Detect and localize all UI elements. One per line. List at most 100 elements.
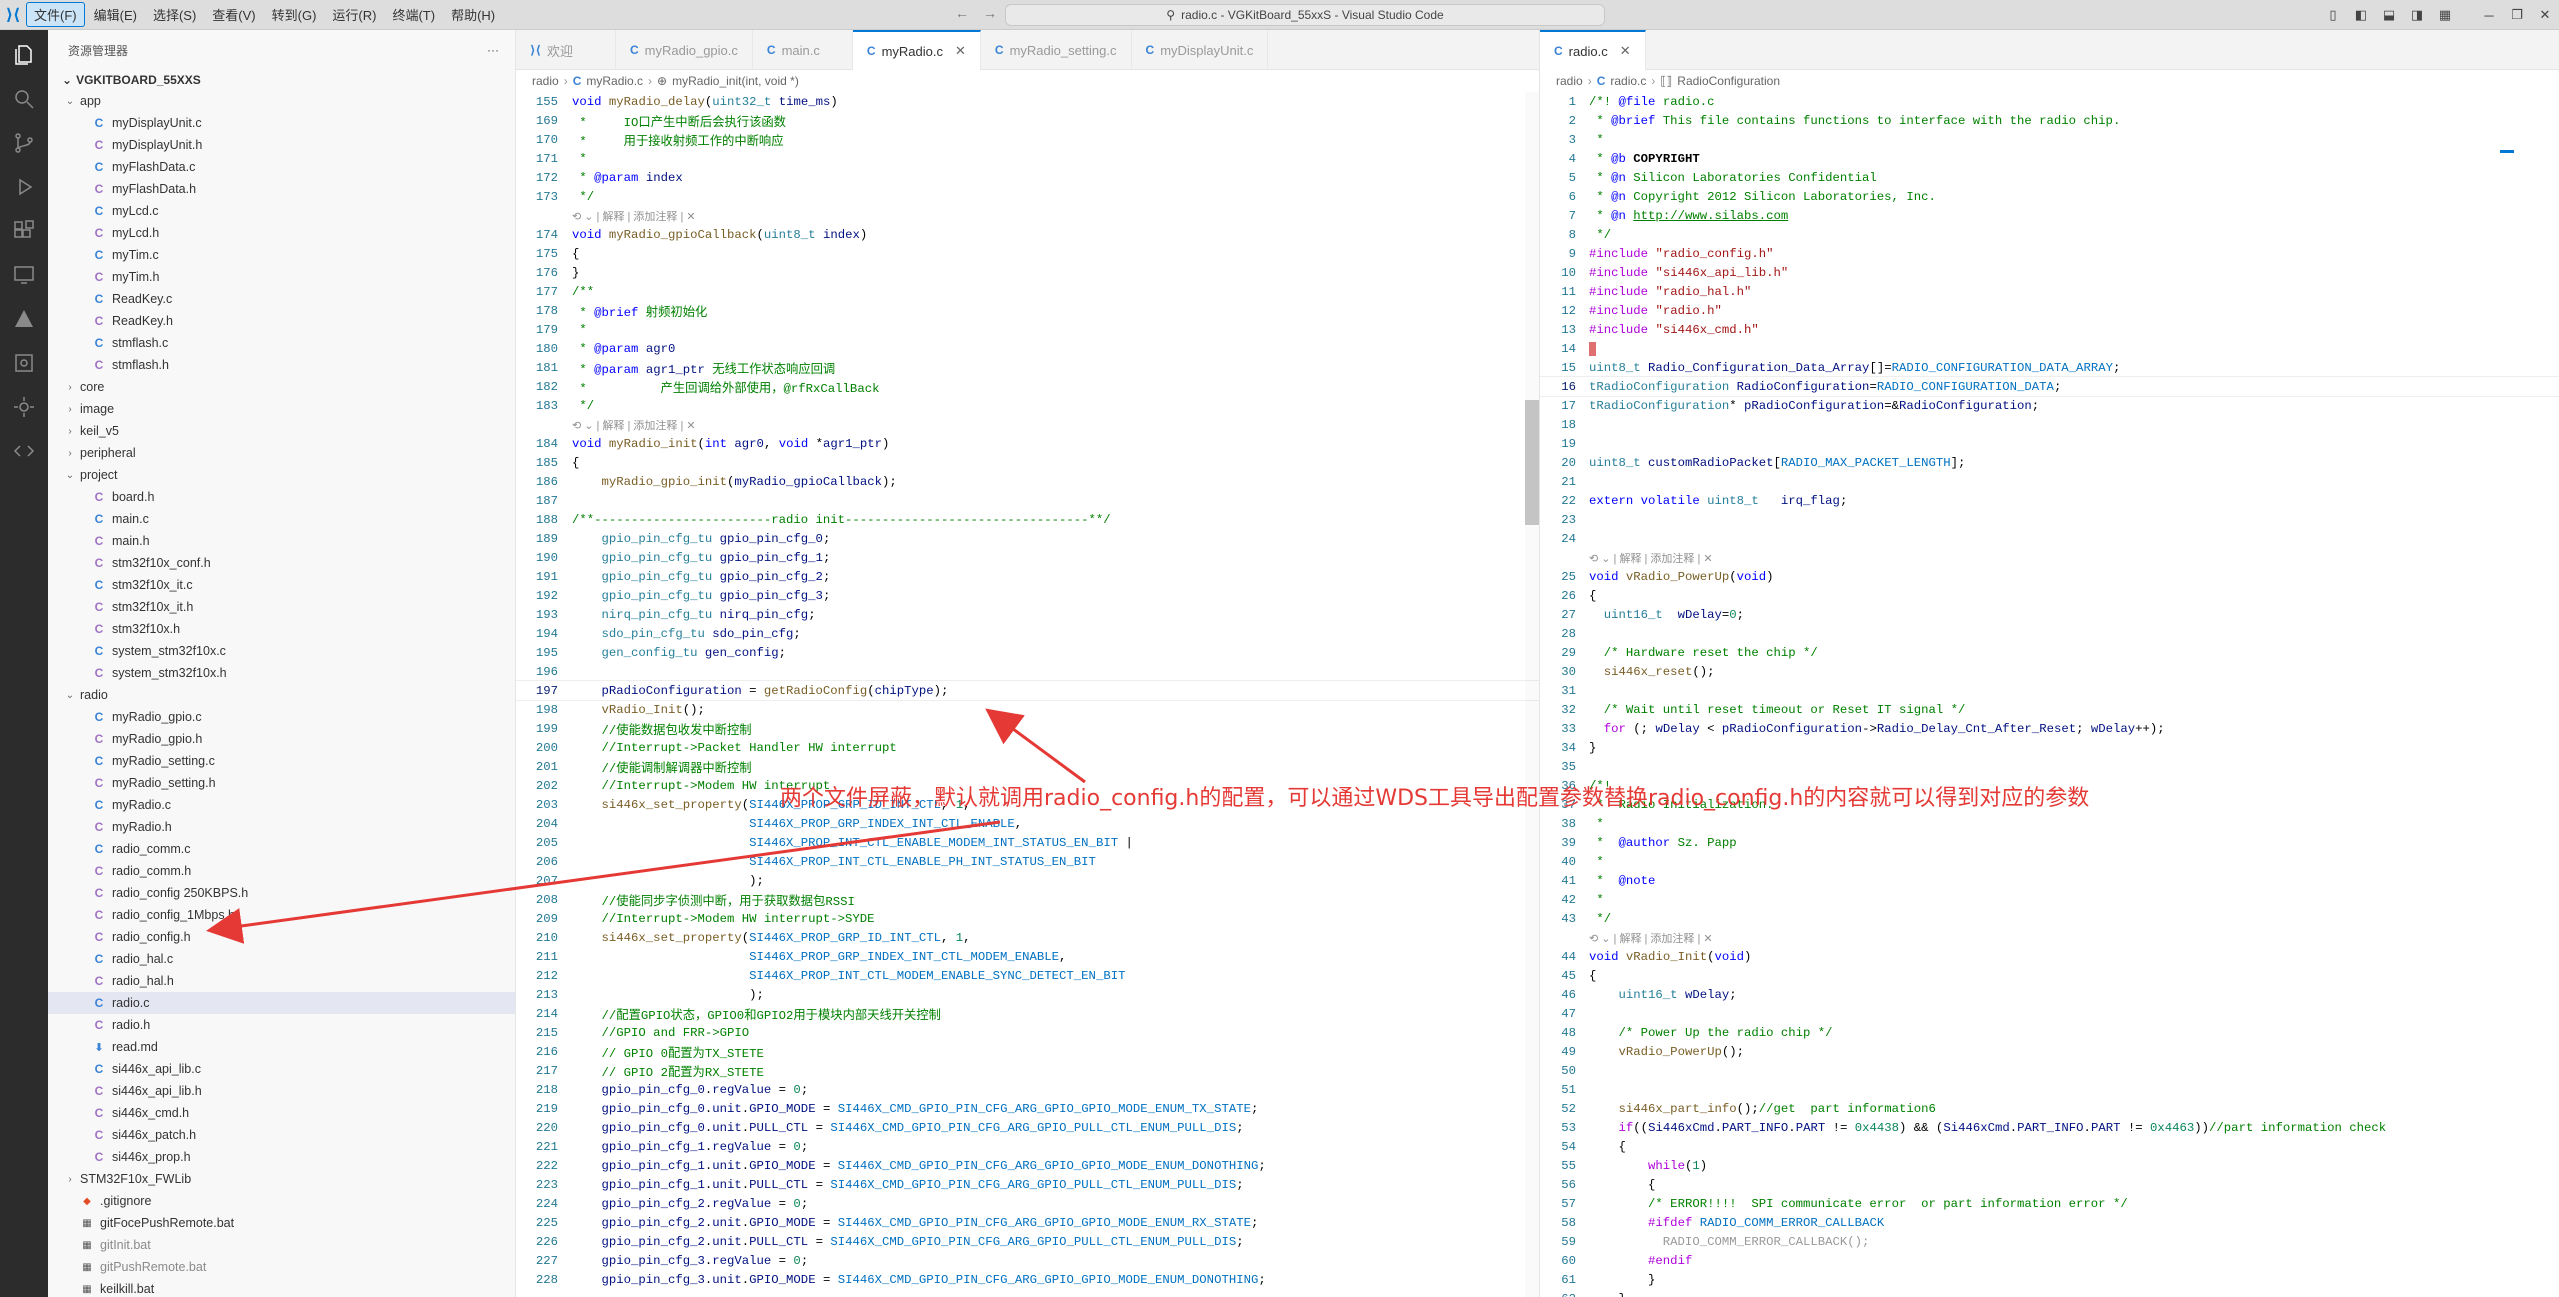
tree-item[interactable]: Csystem_stm32f10x.h	[48, 662, 515, 684]
menu-selection[interactable]: 选择(S)	[146, 3, 203, 26]
layout-toggle-icon[interactable]: ▯	[2319, 7, 2347, 23]
code-line[interactable]: 39 * @author Sz. Papp	[1540, 833, 2559, 852]
workspace-root[interactable]: ⌄ VGKITBOARD_55XXS	[48, 70, 515, 90]
menu-terminal[interactable]: 终端(T)	[385, 3, 442, 26]
tree-item[interactable]: Csi446x_api_lib.h	[48, 1080, 515, 1102]
code-line[interactable]: 12 #include "radio.h"	[1540, 301, 2559, 320]
code-line[interactable]: 191 gpio_pin_cfg_tu gpio_pin_cfg_2;	[516, 567, 1539, 586]
code-line[interactable]: 43 */	[1540, 909, 2559, 928]
tree-item[interactable]: Csi446x_api_lib.c	[48, 1058, 515, 1080]
code-line[interactable]: 13 #include "si446x_cmd.h"	[1540, 320, 2559, 339]
code-line[interactable]: 200 //Interrupt->Packet Handler HW inter…	[516, 738, 1539, 757]
code-line[interactable]: 38 *	[1540, 814, 2559, 833]
code-line[interactable]: 7 * @n http://www.silabs.com	[1540, 206, 2559, 225]
code-line[interactable]: 6 * @n Copyright 2012 Silicon Laboratori…	[1540, 187, 2559, 206]
code-line[interactable]: 194 sdo_pin_cfg_tu sdo_pin_cfg;	[516, 624, 1539, 643]
code-line[interactable]: 169 * IO口产生中断后会执行该函数	[516, 111, 1539, 130]
tree-item[interactable]: › image	[48, 398, 515, 420]
tree-item[interactable]: Cmain.c	[48, 508, 515, 530]
code-line[interactable]: 226 gpio_pin_cfg_2.unit.PULL_CTL = SI446…	[516, 1232, 1539, 1251]
tree-item[interactable]: › peripheral	[48, 442, 515, 464]
code-line[interactable]: 192 gpio_pin_cfg_tu gpio_pin_cfg_3;	[516, 586, 1539, 605]
tree-item[interactable]: ▦ gitInit.bat	[48, 1234, 515, 1256]
tree-item[interactable]: Csi446x_cmd.h	[48, 1102, 515, 1124]
code-line[interactable]: 53 if((Si446xCmd.PART_INFO.PART != 0x443…	[1540, 1118, 2559, 1137]
tree-item[interactable]: Csi446x_patch.h	[48, 1124, 515, 1146]
codelens-actions[interactable]: ⟲ ⌄ | 解释 | 添加注释 | ✕	[516, 415, 1539, 434]
code-line[interactable]: 52 si446x_part_info();//get part informa…	[1540, 1099, 2559, 1118]
tree-item[interactable]: › STM32F10x_FWLib	[48, 1168, 515, 1190]
tree-item[interactable]: CmyRadio.h	[48, 816, 515, 838]
code-line[interactable]: 221 gpio_pin_cfg_1.regValue = 0;	[516, 1137, 1539, 1156]
tree-item[interactable]: Cstmflash.h	[48, 354, 515, 376]
tab-radio-c[interactable]: C radio.c ✕	[1540, 30, 1646, 70]
source-control-icon[interactable]	[9, 128, 39, 158]
code-line[interactable]: 183 */	[516, 396, 1539, 415]
tree-item[interactable]: ▦ gitFocePushRemote.bat	[48, 1212, 515, 1234]
code-line[interactable]: 27 uint16_t wDelay=0;	[1540, 605, 2559, 624]
tree-item[interactable]: Cradio_config_1Mbps.h	[48, 904, 515, 926]
breadcrumb-symbol[interactable]: RadioConfiguration	[1677, 74, 1780, 88]
code-line[interactable]: 28	[1540, 624, 2559, 643]
tree-item[interactable]: CmyRadio_gpio.h	[48, 728, 515, 750]
code-line[interactable]: 206 SI446X_PROP_INT_CTL_ENABLE_PH_INT_ST…	[516, 852, 1539, 871]
code-line[interactable]: 41 * @note	[1540, 871, 2559, 890]
code-line[interactable]: 184 void myRadio_init(int agr0, void *agr…	[516, 434, 1539, 453]
device-manager-icon[interactable]	[9, 348, 39, 378]
code-line[interactable]: 31	[1540, 681, 2559, 700]
restore-icon[interactable]: ❐	[2503, 7, 2531, 23]
tree-item[interactable]: CmyFlashData.h	[48, 178, 515, 200]
code-line[interactable]: 225 gpio_pin_cfg_2.unit.GPIO_MODE = SI44…	[516, 1213, 1539, 1232]
code-line[interactable]: 227 gpio_pin_cfg_3.regValue = 0;	[516, 1251, 1539, 1270]
code-line[interactable]: 216 // GPIO 0配置为TX_STETE	[516, 1042, 1539, 1061]
tree-item[interactable]: CmyDisplayUnit.h	[48, 134, 515, 156]
tree-item[interactable]: Csi446x_prop.h	[48, 1146, 515, 1168]
tree-item[interactable]: ▦ gitPushRemote.bat	[48, 1256, 515, 1278]
tree-item[interactable]: CmyFlashData.c	[48, 156, 515, 178]
code-line[interactable]: 170 * 用于接收射频工作的中断响应	[516, 130, 1539, 149]
codelens-actions[interactable]: ⟲ ⌄ | 解释 | 添加注释 | ✕	[516, 206, 1539, 225]
code-line[interactable]: 51	[1540, 1080, 2559, 1099]
code-line[interactable]: 24	[1540, 529, 2559, 548]
tree-item[interactable]: CmyRadio_setting.h	[48, 772, 515, 794]
command-center[interactable]: ⚲ radio.c - VGKitBoard_55xxS - Visual St…	[1005, 4, 1605, 26]
tree-item[interactable]: Csystem_stm32f10x.c	[48, 640, 515, 662]
code-line[interactable]: 23	[1540, 510, 2559, 529]
code-line[interactable]: 11 #include "radio_hal.h"	[1540, 282, 2559, 301]
editor-tab[interactable]: CmyRadio_gpio.c	[616, 30, 753, 70]
tree-item[interactable]: Cradio_hal.h	[48, 970, 515, 992]
tree-item[interactable]: ⌄ project	[48, 464, 515, 486]
menu-edit[interactable]: 编辑(E)	[87, 3, 144, 26]
tree-item[interactable]: ⌄ radio	[48, 684, 515, 706]
code-line[interactable]: 178 * @brief 射频初始化	[516, 301, 1539, 320]
settings-extension-icon[interactable]	[9, 392, 39, 422]
menu-go[interactable]: 转到(G)	[265, 3, 324, 26]
code-icon[interactable]	[9, 436, 39, 466]
search-icon[interactable]	[9, 84, 39, 114]
back-arrow-icon[interactable]: ←	[955, 5, 969, 21]
code-line[interactable]: 45 {	[1540, 966, 2559, 985]
tree-item[interactable]: Cstm32f10x_it.h	[48, 596, 515, 618]
tree-item[interactable]: Cradio_config.h	[48, 926, 515, 948]
tree-item[interactable]: ⌄ app	[48, 90, 515, 112]
editor-tab[interactable]: CmyRadio.c ✕	[852, 30, 981, 70]
code-line[interactable]: 44 void vRadio_Init(void)	[1540, 947, 2559, 966]
tree-item[interactable]: CmyRadio_gpio.c	[48, 706, 515, 728]
code-line[interactable]: 25 void vRadio_PowerUp(void)	[1540, 567, 2559, 586]
code-line[interactable]: 215 //GPIO and FRR->GPIO	[516, 1023, 1539, 1042]
customize-layout-icon[interactable]: ▦	[2431, 7, 2459, 23]
code-line[interactable]: 14	[1540, 339, 2559, 358]
code-line[interactable]: 60 #endif	[1540, 1251, 2559, 1270]
code-line[interactable]: 26 {	[1540, 586, 2559, 605]
code-line[interactable]: 30 si446x_reset();	[1540, 662, 2559, 681]
code-line[interactable]: 187	[516, 491, 1539, 510]
secondary-sidebar-toggle-icon[interactable]: ◨	[2403, 7, 2431, 23]
code-line[interactable]: 58 #ifdef RADIO_COMM_ERROR_CALLBACK	[1540, 1213, 2559, 1232]
forward-arrow-icon[interactable]: →	[983, 5, 997, 21]
code-line[interactable]: 42 *	[1540, 890, 2559, 909]
tree-item[interactable]: CmyRadio.c	[48, 794, 515, 816]
code-line[interactable]: 205 SI446X_PROP_INT_CTL_ENABLE_MODEM_INT…	[516, 833, 1539, 852]
code-line[interactable]: 2 * @brief This file contains functions …	[1540, 111, 2559, 130]
code-line[interactable]: 22 extern volatile uint8_t irq_flag;	[1540, 491, 2559, 510]
tree-item[interactable]: › keil_v5	[48, 420, 515, 442]
